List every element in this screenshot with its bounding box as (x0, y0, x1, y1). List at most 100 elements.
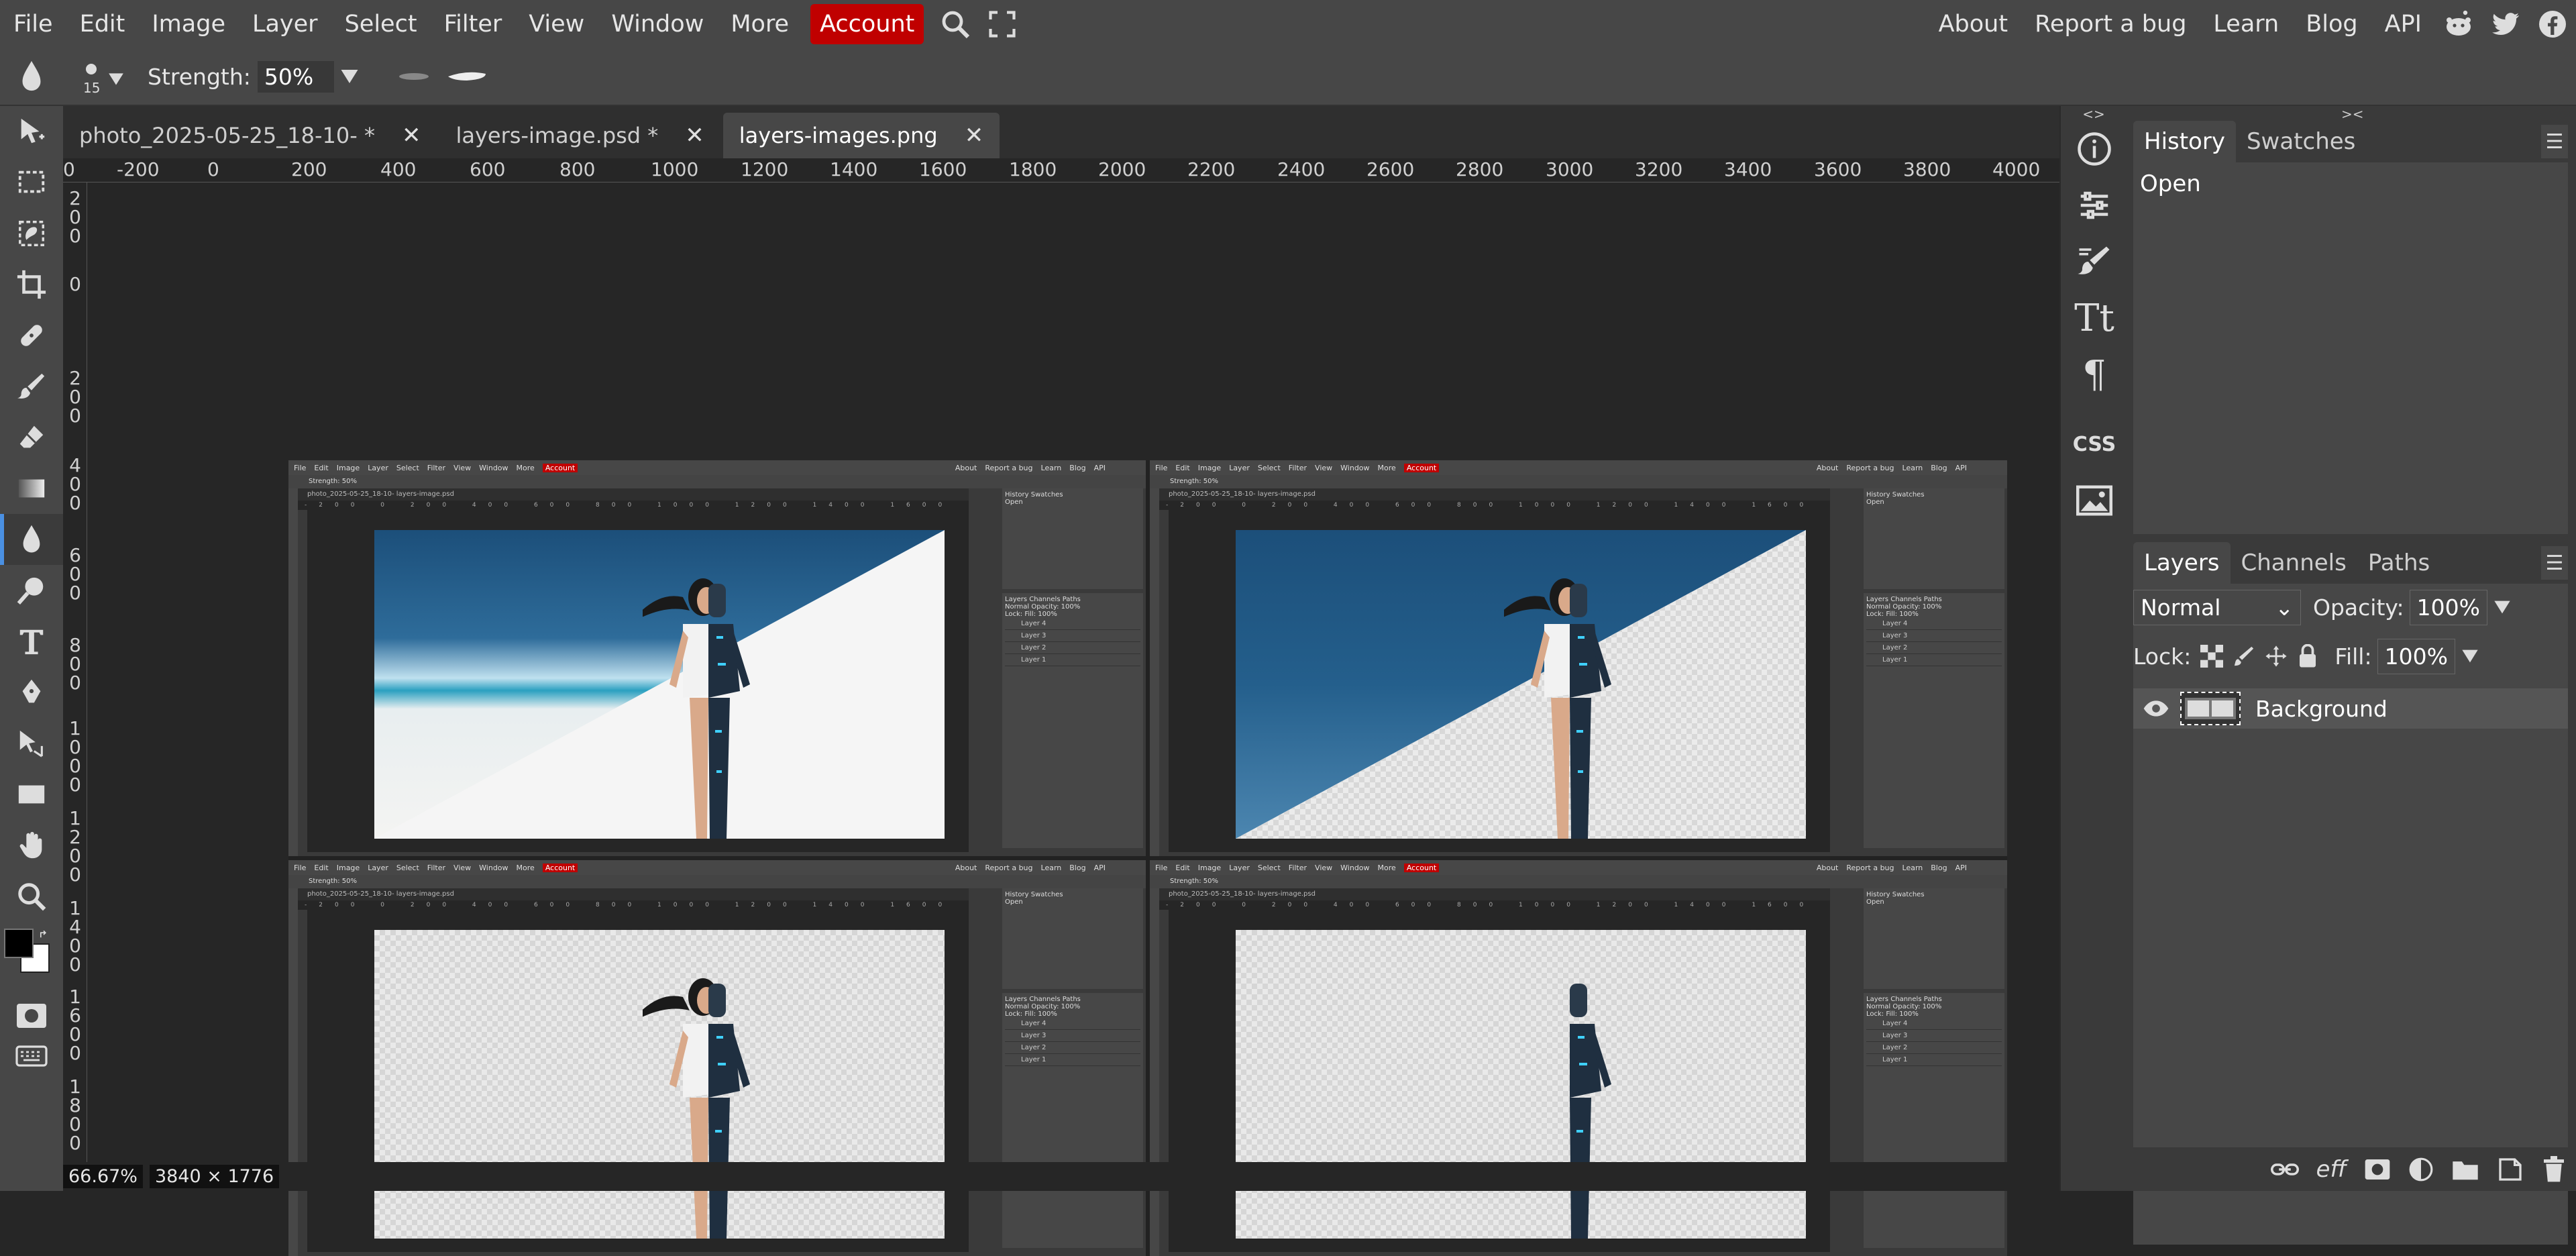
tab-layers[interactable]: Layers (2133, 542, 2231, 584)
lock-pixels-icon[interactable] (2233, 645, 2255, 668)
keyboard-icon[interactable] (0, 1036, 63, 1076)
image-icon[interactable] (2061, 472, 2128, 529)
link-api[interactable]: API (2371, 4, 2435, 44)
hand-tool[interactable] (0, 820, 63, 871)
mini-tabs: photo_2025-05-25_18-10- layers-image.psd (298, 888, 969, 900)
tab-photo[interactable]: photo_2025-05-25_18-10- * ✕ (63, 113, 437, 158)
gradient-tool[interactable] (0, 463, 63, 514)
ruler-tick: 400 (380, 158, 417, 180)
adjustment-layer-icon[interactable] (2408, 1157, 2434, 1182)
opacity-dropdown-icon[interactable] (2493, 599, 2512, 615)
blend-mode-select[interactable]: Normal ⌄ (2133, 589, 2301, 625)
menu-view[interactable]: View (515, 4, 598, 44)
info-icon[interactable] (2061, 121, 2128, 177)
color-swatches[interactable] (0, 922, 63, 996)
history-item[interactable]: Open (2133, 162, 2568, 205)
paragraph-icon[interactable]: ¶ (2061, 346, 2128, 403)
foreground-color[interactable] (4, 929, 34, 958)
zoom-level[interactable]: 66.67% (63, 1165, 143, 1188)
delete-layer-icon[interactable] (2541, 1155, 2567, 1183)
new-group-icon[interactable] (2451, 1158, 2479, 1181)
fill-dropdown-icon[interactable] (2461, 648, 2479, 664)
menu-window[interactable]: Window (598, 4, 717, 44)
menu-edit[interactable]: Edit (66, 4, 139, 44)
pen-tool[interactable] (0, 667, 63, 718)
strength-input[interactable]: 50% (257, 60, 334, 93)
mini-history-item: Open (1005, 499, 1023, 506)
layer-row-background[interactable]: Background (2133, 688, 2568, 729)
menu-image[interactable]: Image (138, 4, 239, 44)
tab-layers-images-png[interactable]: layers-images.png ✕ (722, 113, 1000, 158)
close-icon[interactable]: ✕ (685, 122, 704, 149)
fill-input[interactable]: 100% (2377, 638, 2455, 674)
path-select-tool[interactable] (0, 718, 63, 769)
menu-more[interactable]: More (717, 4, 802, 44)
layer-effects-icon[interactable]: eff (2316, 1156, 2347, 1183)
adjustments-icon[interactable] (2061, 177, 2128, 233)
search-icon[interactable] (932, 4, 979, 44)
collapse-arrows-icon[interactable]: <> (2061, 106, 2127, 122)
tab-history[interactable]: History (2133, 121, 2236, 162)
mini-history-tabs: History Swatches (1866, 491, 1925, 499)
brush-presets[interactable] (397, 68, 487, 85)
facebook-icon[interactable] (2529, 4, 2576, 44)
fullscreen-icon[interactable] (979, 4, 1026, 44)
menu-select[interactable]: Select (331, 4, 431, 44)
brush-settings-icon[interactable] (2061, 233, 2128, 290)
mini-right-panel: History Swatches Open Layers Channels Pat… (969, 488, 1146, 856)
link-report-bug[interactable]: Report a bug (2021, 4, 2200, 44)
close-icon[interactable]: ✕ (965, 122, 984, 149)
brush-tool[interactable] (0, 361, 63, 412)
lasso-tool[interactable] (0, 208, 63, 259)
mini-layer: Layer 2 (1005, 642, 1140, 654)
strength-dropdown-icon[interactable] (339, 68, 360, 85)
menu-layer[interactable]: Layer (239, 4, 331, 44)
mini-layers: Layers Channels Paths Normal Opacity: 10… (1002, 593, 1143, 848)
menu-file[interactable]: File (0, 4, 66, 44)
lock-position-icon[interactable] (2265, 645, 2288, 668)
canvas-area[interactable]: File Edit Image Layer Select Filter View Window… (88, 182, 2059, 1256)
ruler-tick: 1800 (1009, 158, 1057, 180)
tab-paths[interactable]: Paths (2357, 542, 2440, 584)
marquee-tool[interactable] (0, 157, 63, 208)
type-tool[interactable] (0, 616, 63, 667)
blur-tool[interactable] (0, 514, 63, 565)
panel-menu-icon[interactable]: ☰ (2541, 125, 2568, 158)
close-icon[interactable]: ✕ (402, 122, 421, 149)
twitter-icon[interactable] (2482, 4, 2529, 44)
move-tool[interactable] (0, 106, 63, 157)
link-learn[interactable]: Learn (2200, 4, 2292, 44)
menu-filter[interactable]: Filter (431, 4, 516, 44)
expand-arrows-icon[interactable]: >< (2341, 106, 2364, 122)
eraser-tool[interactable] (0, 412, 63, 463)
dodge-tool[interactable] (0, 565, 63, 616)
swap-colors-icon[interactable] (39, 930, 48, 939)
brush-size-picker[interactable]: 15 (70, 53, 123, 100)
tab-swatches[interactable]: Swatches (2236, 121, 2366, 162)
tab-channels[interactable]: Channels (2231, 542, 2357, 584)
panel-menu-icon[interactable]: ☰ (2541, 546, 2568, 580)
crop-tool[interactable] (0, 259, 63, 310)
lock-all-icon[interactable] (2297, 644, 2318, 668)
mini-layers: Layers Channels Paths Normal Opacity: 10… (1864, 993, 2004, 1248)
css-icon[interactable]: CSS (2061, 416, 2128, 472)
account-button[interactable]: Account (810, 4, 924, 44)
link-blog[interactable]: Blog (2292, 4, 2371, 44)
healing-tool[interactable] (0, 310, 63, 361)
eye-icon[interactable] (2143, 699, 2169, 718)
lock-transparency-icon[interactable] (2200, 645, 2224, 668)
tab-layers-image-psd[interactable]: layers-image.psd * ✕ (439, 113, 720, 158)
character-icon[interactable]: Tt (2061, 290, 2128, 346)
layer-mask-icon[interactable] (2364, 1158, 2391, 1181)
zoom-tool[interactable] (0, 871, 63, 922)
opacity-input[interactable]: 100% (2409, 589, 2487, 625)
quick-mask-icon[interactable] (0, 996, 63, 1036)
reddit-icon[interactable] (2435, 4, 2482, 44)
link-about[interactable]: About (1925, 4, 2021, 44)
document-canvas[interactable]: File Edit Image Layer Select Filter View Window… (288, 460, 2007, 1256)
shape-tool[interactable] (0, 769, 63, 820)
new-layer-icon[interactable] (2497, 1156, 2524, 1183)
link-layers-icon[interactable] (2270, 1159, 2299, 1180)
layers-panel-tabs: Layers Channels Paths ☰ (2133, 542, 2568, 584)
mini-tabs: photo_2025-05-25_18-10- layers-image.psd (298, 488, 969, 501)
